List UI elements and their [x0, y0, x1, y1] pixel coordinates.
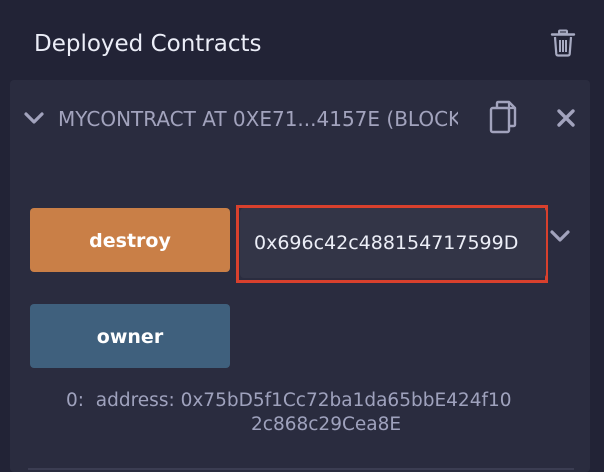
chevron-down-icon[interactable] — [23, 108, 45, 128]
call-result: 0: address: 0x75bD5f1Cc72ba1da65bbE424f1… — [66, 389, 566, 437]
result-line-1: 0: address: 0x75bD5f1Cc72ba1da65bbE424f1… — [66, 389, 566, 413]
copy-icon[interactable] — [488, 100, 518, 134]
owner-button[interactable]: owner — [30, 304, 230, 368]
result-index: 0: — [66, 390, 85, 411]
chevron-down-icon[interactable] — [548, 226, 572, 246]
result-line-2: 2c868c29Cea8E — [251, 414, 402, 435]
destroy-address-input[interactable]: 0x696c42c488154717599D — [240, 208, 546, 278]
divider — [28, 468, 574, 470]
destroy-button[interactable]: destroy — [30, 208, 230, 272]
deployed-contracts-header: Deployed Contracts — [0, 0, 604, 80]
result-value: address: 0x75bD5f1Cc72ba1da65bbE424f10 — [95, 390, 512, 411]
trash-icon[interactable] — [550, 29, 576, 57]
close-icon[interactable] — [555, 107, 577, 129]
section-title: Deployed Contracts — [34, 31, 262, 57]
contract-title[interactable]: MYCONTRACT AT 0XE71...4157E (BLOCKCHAIN) — [58, 104, 458, 134]
